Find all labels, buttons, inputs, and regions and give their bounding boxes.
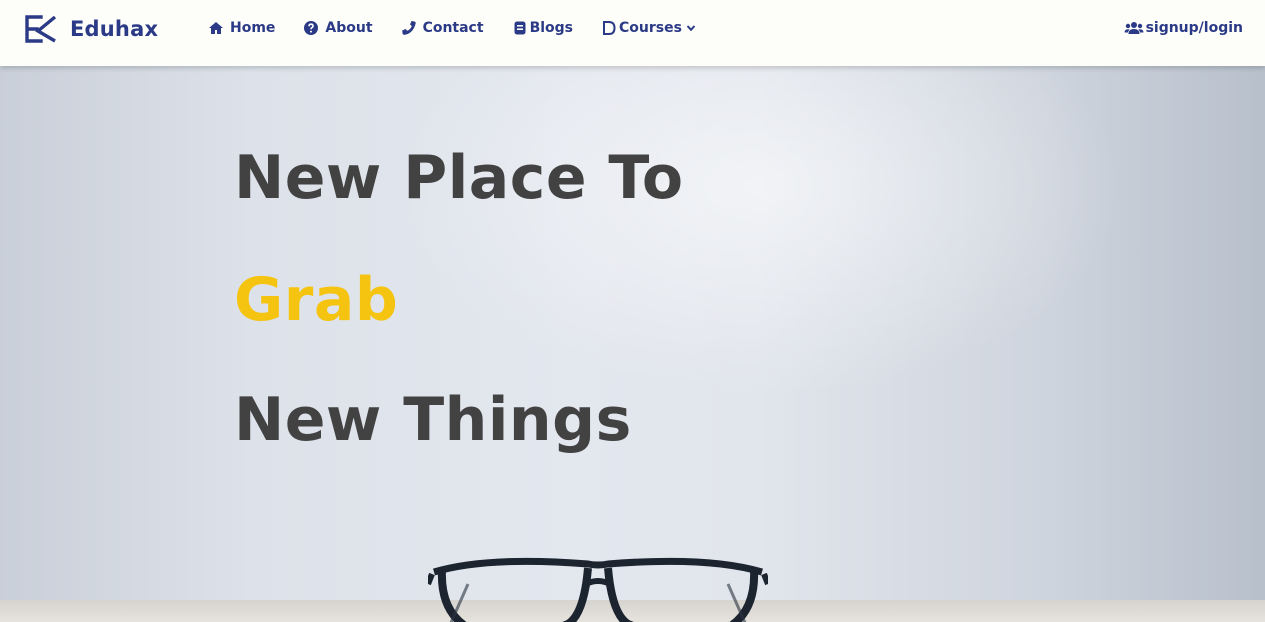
nav-contact[interactable]: Contact [401,20,484,36]
brand-name: Eduhax [70,17,159,41]
hero-headline-line1: New Place To [234,143,684,213]
hero-section: New Place To Grab New Things [0,66,1265,622]
blog-icon [512,20,528,36]
chevron-down-icon [686,23,696,33]
hero-headline-highlight: Grab [234,265,399,335]
signup-login-label: signup/login [1145,20,1243,36]
nav-home[interactable]: Home [208,20,275,36]
nav-about[interactable]: About [303,20,373,36]
hero-headline-line3: New Things [234,385,632,455]
nav-blogs-label: Blogs [529,20,574,36]
eyeglasses-image [428,557,768,622]
signup-login-link[interactable]: signup/login [1124,20,1243,36]
nav-links: Home About Contact Blogs Courses [208,20,724,36]
nav-contact-label: Contact [422,20,484,36]
brand-link[interactable]: Eduhax [24,14,158,44]
phone-icon [401,20,417,36]
navbar: Eduhax Home About Contact Blogs Courses … [0,0,1265,66]
course-icon [601,20,617,36]
question-circle-icon [303,20,319,36]
nav-courses[interactable]: Courses [601,20,696,36]
nav-about-label: About [325,20,373,36]
home-icon [208,20,224,36]
nav-blogs[interactable]: Blogs [512,20,573,36]
nav-courses-label: Courses [619,20,682,36]
users-icon [1124,20,1144,36]
nav-home-label: Home [230,20,276,36]
ek-logo-icon [25,15,57,43]
